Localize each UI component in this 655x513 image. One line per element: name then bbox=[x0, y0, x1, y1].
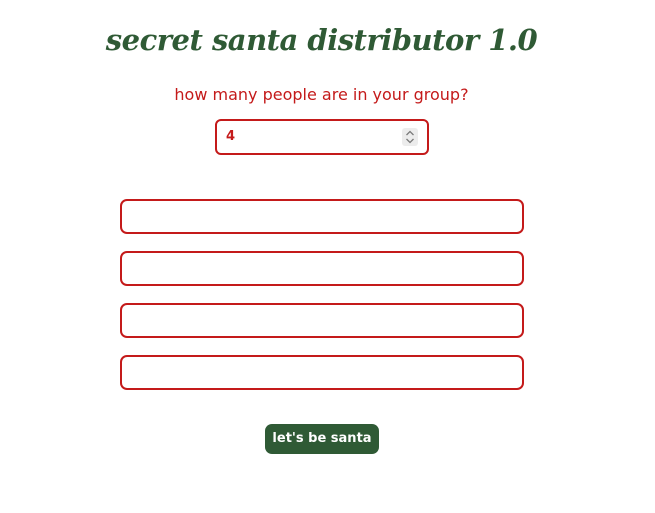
name-field-3[interactable] bbox=[120, 303, 524, 338]
app-title: secret santa distributor 1.0 bbox=[105, 23, 538, 57]
lets-be-santa-button[interactable]: let's be santa bbox=[265, 424, 379, 454]
name-field-4[interactable] bbox=[120, 355, 524, 390]
group-size-value: 4 bbox=[226, 129, 236, 144]
name-field-1[interactable] bbox=[120, 199, 524, 234]
name-field-2[interactable] bbox=[120, 251, 524, 286]
group-size-input[interactable]: 4 bbox=[215, 119, 429, 155]
group-size-question: how many people are in your group? bbox=[174, 85, 469, 104]
spinner-up-down-icon[interactable] bbox=[402, 128, 418, 146]
